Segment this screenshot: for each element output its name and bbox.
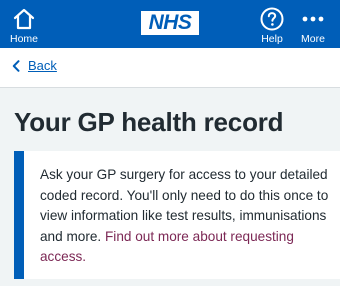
inset-paragraph: Ask your GP surgery for access to your d… bbox=[40, 165, 336, 268]
home-icon bbox=[11, 5, 37, 32]
more-icon bbox=[300, 5, 326, 32]
home-label: Home bbox=[9, 33, 38, 45]
nhs-logo-text: NHS bbox=[148, 11, 192, 34]
inset-text-panel: Ask your GP surgery for access to your d… bbox=[14, 151, 340, 279]
back-link[interactable]: Back bbox=[12, 58, 57, 73]
page-title: Your GP health record bbox=[14, 107, 284, 137]
chevron-left-icon bbox=[12, 59, 22, 72]
more-label: More bbox=[301, 33, 325, 45]
nhs-logo[interactable]: NHS bbox=[141, 11, 199, 35]
help-icon bbox=[259, 5, 285, 32]
back-label: Back bbox=[28, 58, 57, 73]
help-label: Help bbox=[261, 33, 283, 45]
home-button[interactable]: Home bbox=[6, 0, 42, 48]
app-header: Home NHS Help More bbox=[0, 0, 340, 48]
more-button[interactable]: More bbox=[295, 0, 331, 48]
inset-accent-bar bbox=[14, 151, 24, 279]
back-bar: Back bbox=[0, 48, 340, 88]
help-button[interactable]: Help bbox=[255, 0, 289, 48]
